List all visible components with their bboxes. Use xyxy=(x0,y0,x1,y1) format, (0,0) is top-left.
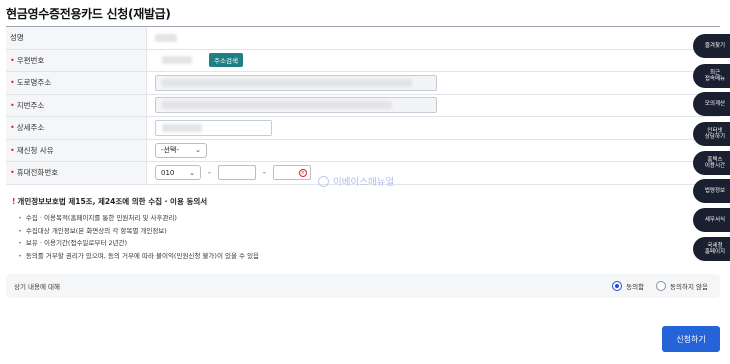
lot-address-label-text: 지번주소 xyxy=(16,100,45,110)
lot-address-field[interactable] xyxy=(155,97,437,114)
side-menu-forms[interactable]: 세무서식 xyxy=(693,208,730,232)
page-title: 현금영수증전용카드 신청(재발급) xyxy=(6,7,171,21)
lot-address-redacted xyxy=(162,101,392,110)
consent-title: ! 개인정보보호법 제15조, 제24조에 의한 수집 · 이용 동의서 xyxy=(12,196,720,207)
clear-icon[interactable]: × xyxy=(298,169,307,178)
submit-button[interactable]: 신청하기 xyxy=(662,326,720,352)
detail-address-label: • 상세주소 xyxy=(6,117,147,139)
required-mark: • xyxy=(10,123,15,133)
side-menu-law[interactable]: 법령정보 xyxy=(693,179,730,203)
agree-radio[interactable] xyxy=(612,281,623,291)
row-postcode: • 우편번호 주소검색 xyxy=(6,49,720,72)
detail-address-redacted xyxy=(162,123,202,132)
phone-separator: - xyxy=(262,168,266,178)
side-menu-label: 홈페이지 xyxy=(704,249,726,255)
reason-label: • 재신청 사유 xyxy=(6,139,147,161)
consent-item: 동의를 거부할 권리가 있으며, 동의 거부에 따라 불이익(민원신청 불가)이… xyxy=(18,250,720,263)
lot-address-label: • 지번주소 xyxy=(6,94,147,116)
agreement-label: 상기 내용에 대해 xyxy=(14,283,60,291)
postcode-redacted xyxy=(162,56,192,65)
detail-address-label-text: 상세주소 xyxy=(16,123,45,133)
consent-section: !개인정보보호법 제15조, 제24조에 의한 수집 · 이용 동의서 수집 ·… xyxy=(6,196,720,262)
consent-item: 보유 · 이용기간(접수일로부터 2년간) xyxy=(18,237,720,250)
chevron-down-icon: ⌄ xyxy=(189,168,195,177)
row-reason: • 재신청 사유 -선택- ⌄ xyxy=(6,139,720,162)
agreement-bar: 상기 내용에 대해 동의함 동의하지 않음 xyxy=(6,274,720,298)
watermark-text: 이베이스매뉴얼 xyxy=(333,177,395,188)
postcode-label-text: 우편번호 xyxy=(16,55,45,65)
required-mark: • xyxy=(10,145,15,155)
consent-item: 수집대상 개인정보(본 화면상의 각 항목별 개인정보) xyxy=(18,225,720,238)
side-menu-favorites[interactable]: 즐겨찾기 xyxy=(693,34,730,58)
application-form: 성명 • 우편번호 주소검색 • 도로명주소 • 지번주소 • 상세주소 • 재신청 사유 xyxy=(6,26,720,185)
side-menu-label: 이용시간 xyxy=(704,163,726,169)
address-search-button[interactable]: 주소검색 xyxy=(209,53,243,68)
postcode-label: • 우편번호 xyxy=(6,49,147,71)
phone-label: • 휴대전화번호 xyxy=(6,162,147,184)
disagree-radio[interactable] xyxy=(656,281,667,291)
reason-value: -선택- ⌄ xyxy=(147,140,720,162)
required-mark: • xyxy=(10,55,15,65)
road-address-value xyxy=(147,72,720,94)
road-address-label: • 도로명주소 xyxy=(6,72,147,94)
phone-value: 010 ⌄ - - × xyxy=(147,162,720,184)
watermark-logo-icon xyxy=(318,175,329,187)
agree-radio-option[interactable]: 동의함 xyxy=(612,281,644,291)
reason-label-text: 재신청 사유 xyxy=(16,145,54,155)
postcode-field[interactable] xyxy=(155,52,203,69)
road-address-label-text: 도로명주소 xyxy=(16,78,52,88)
road-address-field[interactable] xyxy=(155,74,437,91)
road-address-redacted xyxy=(162,78,412,87)
reason-select-value: -선택- xyxy=(161,146,179,155)
side-menu-nts-home[interactable]: 국세청 홈페이지 xyxy=(693,237,730,261)
side-menu-label: 모의계산 xyxy=(704,100,726,107)
phone-middle-field[interactable] xyxy=(217,165,256,181)
phone-separator: - xyxy=(208,168,211,178)
row-detail-address: • 상세주소 xyxy=(6,117,720,140)
required-mark: • xyxy=(10,100,15,110)
disagree-radio-option[interactable]: 동의하지 않음 xyxy=(656,281,708,291)
side-menu-hours[interactable]: 홈택스 이용시간 xyxy=(693,151,730,175)
lot-address-value xyxy=(147,95,720,117)
name-label-text: 성명 xyxy=(10,33,24,43)
phone-prefix-value: 010 xyxy=(161,168,175,177)
side-menu-label: 세무서식 xyxy=(704,216,726,223)
phone-prefix-select[interactable]: 010 ⌄ xyxy=(155,165,201,181)
phone-last-field[interactable]: × xyxy=(272,165,311,181)
consent-title-text: 개인정보보호법 제15조, 제24조에 의한 수집 · 이용 동의서 xyxy=(17,197,208,206)
row-lot-address: • 지번주소 xyxy=(6,94,720,117)
row-name: 성명 xyxy=(6,27,720,50)
side-menu-consult[interactable]: 인터넷 상담하기 xyxy=(693,122,730,146)
consent-item: 수집 · 이용목적(홈페이지를 통한 민원처리 및 사후관리) xyxy=(18,212,720,225)
required-mark: • xyxy=(10,78,15,88)
reason-select[interactable]: -선택- ⌄ xyxy=(155,142,207,158)
side-menu-simulation[interactable]: 모의계산 xyxy=(693,92,730,116)
name-value xyxy=(147,27,720,49)
phone-label-text: 휴대전화번호 xyxy=(16,168,59,178)
row-road-address: • 도로명주소 xyxy=(6,72,720,95)
detail-address-value xyxy=(147,117,720,139)
side-menu-label: 즐겨찾기 xyxy=(704,42,726,49)
disagree-radio-label: 동의하지 않음 xyxy=(670,283,708,291)
chevron-down-icon: ⌄ xyxy=(195,146,201,155)
postcode-value: 주소검색 xyxy=(147,50,720,72)
side-menu-recent[interactable]: 최근 접속메뉴 xyxy=(693,64,730,88)
side-menu-label: 법령정보 xyxy=(704,187,726,194)
side-menu-label: 접속메뉴 xyxy=(704,76,726,82)
notice-icon: ! xyxy=(12,197,16,206)
name-label: 성명 xyxy=(6,27,147,49)
name-value-redacted xyxy=(155,33,177,42)
side-menu-label: 상담하기 xyxy=(704,134,726,140)
required-mark: • xyxy=(10,168,15,178)
watermark: 이베이스매뉴얼 xyxy=(318,174,394,188)
detail-address-field[interactable] xyxy=(155,119,272,136)
agree-radio-label: 동의함 xyxy=(626,283,645,291)
consent-list: 수집 · 이용목적(홈페이지를 통한 민원처리 및 사후관리) 수집대상 개인정… xyxy=(18,212,720,262)
